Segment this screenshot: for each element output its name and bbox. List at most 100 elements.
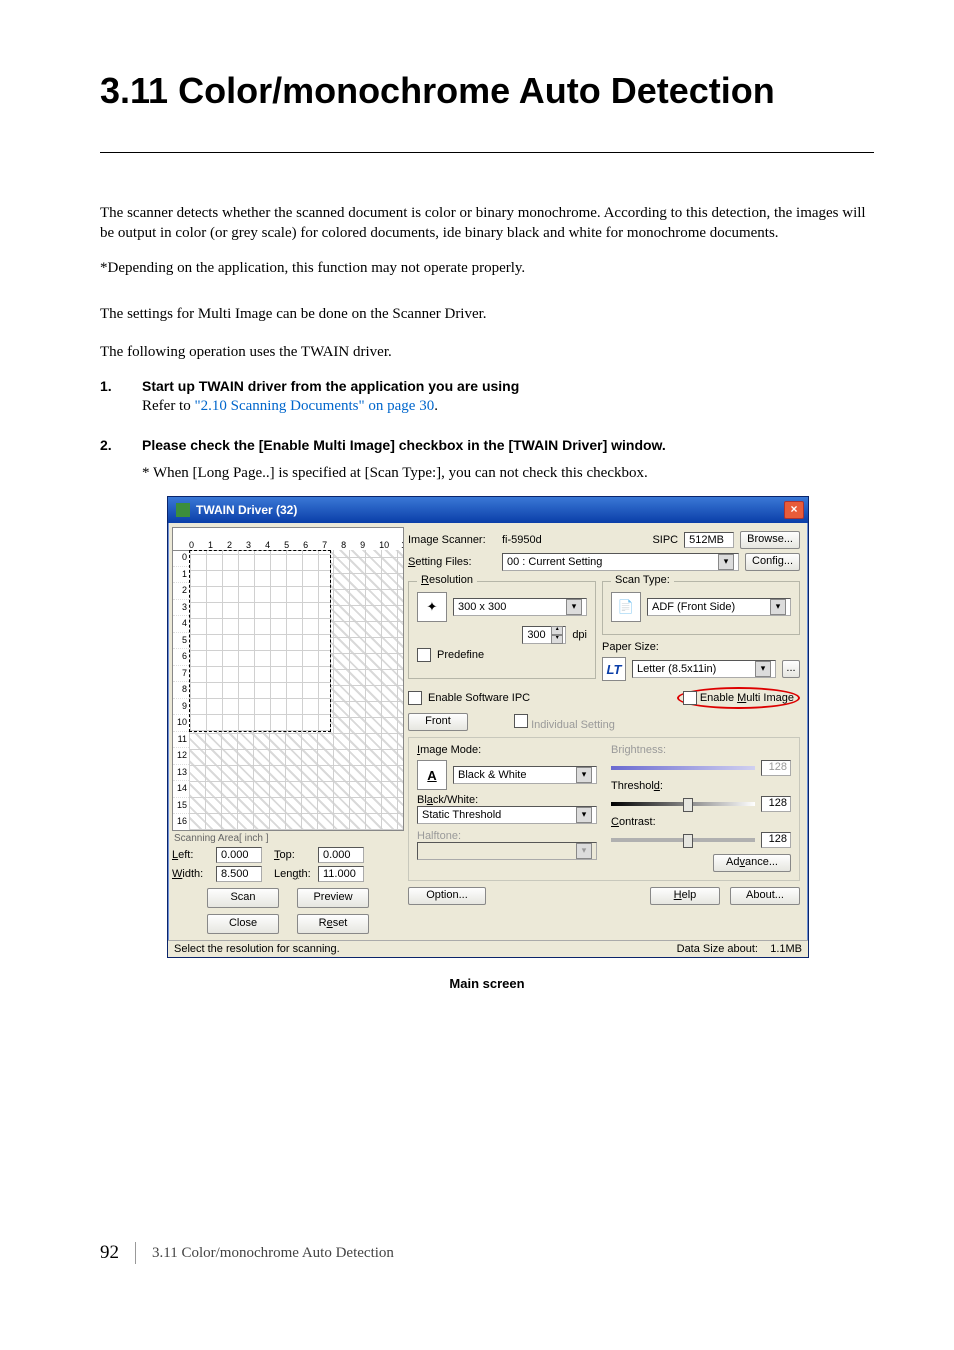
paper-size-icon: LT: [602, 657, 626, 681]
resolution-legend: Resolution: [417, 574, 477, 586]
predefine-checkbox[interactable]: [417, 648, 431, 662]
chevron-down-icon: ▾: [770, 599, 786, 615]
spinner-value: 300: [527, 629, 545, 641]
footer-divider: [135, 1242, 136, 1264]
slider-thumb[interactable]: [683, 798, 693, 812]
image-mode-combo[interactable]: Black & White ▾: [453, 766, 597, 784]
cross-reference-link[interactable]: "2.10 Scanning Documents" on page 30: [194, 398, 434, 414]
step-title: Start up TWAIN driver from the applicati…: [142, 378, 874, 394]
predefine-label: Predefine: [437, 649, 484, 661]
preview-selection[interactable]: [189, 550, 331, 732]
scan-type-legend: Scan Type:: [611, 574, 674, 586]
brightness-value: 128: [761, 760, 791, 776]
front-tab[interactable]: Front: [408, 713, 468, 731]
contrast-label: Contrast:: [611, 816, 791, 828]
ruler-vertical: 01234567891011121314151617: [173, 550, 190, 830]
paper-size-label: Paper Size:: [602, 641, 800, 653]
combo-value: Static Threshold: [422, 809, 501, 821]
window-title: TWAIN Driver (32): [196, 503, 297, 517]
about-button[interactable]: About...: [730, 887, 800, 905]
paragraph: The following operation uses the TWAIN d…: [100, 342, 874, 362]
text: .: [434, 398, 438, 414]
enable-multi-image-checkbox[interactable]: [683, 691, 697, 705]
preview-area[interactable]: 01234567891011 0123456789101112131415161…: [172, 527, 404, 831]
chevron-down-icon: ▾: [566, 599, 582, 615]
sipc-label: SIPC: [652, 534, 678, 546]
paragraph: The settings for Multi Image can be done…: [100, 304, 874, 324]
page-footer: 92 3.11 Color/monochrome Auto Detection: [100, 1242, 394, 1264]
individual-setting-checkbox: [514, 714, 528, 728]
threshold-slider[interactable]: [611, 802, 755, 806]
advance-button[interactable]: Advance...: [713, 854, 791, 872]
enable-software-ipc-checkbox[interactable]: [408, 691, 422, 705]
chevron-down-icon: ▾: [576, 767, 592, 783]
step-reference: Refer to "2.10 Scanning Documents" on pa…: [142, 398, 874, 415]
scan-button[interactable]: Scan: [207, 888, 279, 908]
top-input[interactable]: 0.000: [318, 847, 364, 863]
black-white-label: Black/White:: [417, 794, 597, 806]
left-input[interactable]: 0.000: [216, 847, 262, 863]
dpi-spinner[interactable]: 300 ▴▾: [522, 626, 566, 644]
footer-section-title: 3.11 Color/monochrome Auto Detection: [152, 1245, 394, 1262]
width-label: Width:: [172, 868, 212, 880]
data-size-label: Data Size about:: [677, 943, 758, 955]
ruler-horizontal: 01234567891011: [173, 528, 403, 551]
figure-caption: Main screen: [167, 976, 807, 991]
individual-setting-label: Individual Setting: [531, 719, 615, 731]
brightness-slider: [611, 766, 755, 770]
text: Refer to: [142, 398, 194, 414]
highlight-oval: Enable Multi Image: [677, 687, 800, 709]
top-label: Top:: [274, 849, 314, 861]
chevron-down-icon: ▾: [576, 843, 592, 859]
status-text: Select the resolution for scanning.: [174, 943, 340, 955]
paragraph: The scanner detects whether the scanned …: [100, 203, 874, 244]
dpi-label: dpi: [572, 629, 587, 641]
preview-button[interactable]: Preview: [297, 888, 369, 908]
threshold-value[interactable]: 128: [761, 796, 791, 812]
reset-button[interactable]: Reset: [297, 914, 369, 934]
config-button[interactable]: Config...: [745, 553, 800, 571]
resolution-combo[interactable]: 300 x 300 ▾: [453, 598, 587, 616]
spin-down-icon[interactable]: ▾: [551, 635, 563, 644]
step-note: * When [Long Page..] is specified at [Sc…: [142, 465, 874, 482]
contrast-value[interactable]: 128: [761, 832, 791, 848]
halftone-combo: ▾: [417, 842, 597, 860]
length-label: Length:: [274, 868, 314, 880]
brightness-label: Brightness:: [611, 744, 791, 756]
page-number: 92: [100, 1242, 119, 1264]
data-size-value: 1.1MB: [770, 943, 802, 955]
close-icon[interactable]: ×: [784, 501, 804, 519]
threshold-label: Threshold:: [611, 780, 791, 792]
image-scanner-label: Image Scanner:: [408, 534, 496, 546]
length-input[interactable]: 11.000: [318, 866, 364, 882]
option-button[interactable]: Option...: [408, 887, 486, 905]
close-button[interactable]: Close: [207, 914, 279, 934]
step-number: 1.: [100, 378, 142, 415]
combo-value: 00 : Current Setting: [507, 556, 602, 568]
black-white-combo[interactable]: Static Threshold ▾: [417, 806, 597, 824]
setting-files-combo[interactable]: 00 : Current Setting ▾: [502, 553, 739, 571]
combo-value: Black & White: [458, 769, 526, 781]
contrast-slider[interactable]: [611, 838, 755, 842]
browse-button[interactable]: Browse...: [740, 531, 800, 549]
step-1: 1. Start up TWAIN driver from the applic…: [100, 378, 874, 415]
step-2: 2. Please check the [Enable Multi Image]…: [100, 437, 874, 453]
spin-up-icon[interactable]: ▴: [551, 626, 563, 635]
memory-input[interactable]: 512MB: [684, 532, 734, 548]
section-heading: 3.11 Color/monochrome Auto Detection: [100, 70, 874, 112]
paper-size-combo[interactable]: Letter (8.5x11in) ▾: [632, 660, 776, 678]
help-button[interactable]: Help: [650, 887, 720, 905]
enable-multi-image-label: Enable Multi Image: [700, 692, 794, 704]
titlebar[interactable]: TWAIN Driver (32) ×: [168, 497, 808, 523]
width-input[interactable]: 8.500: [216, 866, 262, 882]
combo-value: 300 x 300: [458, 601, 506, 613]
twain-driver-window: TWAIN Driver (32) × 01234567891011 01234…: [167, 496, 809, 958]
slider-thumb[interactable]: [683, 834, 693, 848]
image-mode-label: Image Mode:: [417, 744, 597, 756]
image-mode-icon: A: [417, 760, 447, 790]
paragraph-note: *Depending on the application, this func…: [100, 258, 874, 278]
scanning-area-label: Scanning Area[ inch ]: [174, 833, 404, 844]
scan-type-combo[interactable]: ADF (Front Side) ▾: [647, 598, 791, 616]
paper-size-more-button[interactable]: ...: [782, 660, 800, 678]
chevron-down-icon: ▾: [576, 807, 592, 823]
